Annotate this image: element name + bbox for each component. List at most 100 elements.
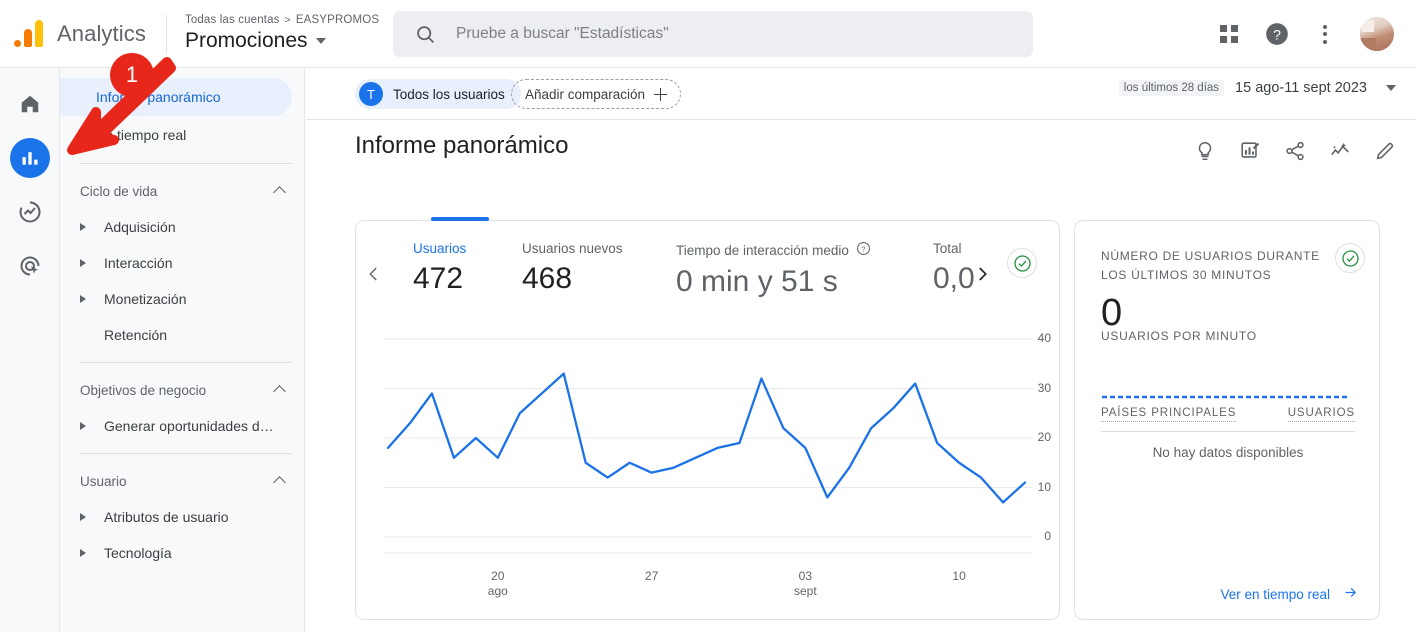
metric-tiempo-interaccion-medio[interactable]: Tiempo de interacción medio ? 0 min y 51… — [676, 241, 871, 299]
date-preset-label: los últimos 28 días — [1118, 80, 1225, 96]
metric-value: 468 — [522, 262, 573, 295]
audience-filter-chip[interactable]: T Todos los usuarios — [355, 79, 521, 109]
breadcrumb-separator: > — [284, 14, 291, 26]
header-divider — [165, 14, 167, 53]
expand-triangle-icon — [80, 513, 86, 521]
chevron-up-icon — [273, 385, 286, 398]
chart-y-axis: 40 30 20 10 0 — [1017, 325, 1051, 565]
overview-card: Usuarios 472 Usuarios nuevos 468 Tiempo … — [355, 217, 1061, 620]
sidebar-item-label: En tiempo real — [96, 127, 187, 143]
svg-text:?: ? — [861, 244, 865, 253]
add-comparison-label: Añadir comparación — [525, 86, 646, 102]
share-icon[interactable] — [1282, 138, 1308, 164]
add-comparison-button[interactable]: Añadir comparación — [511, 79, 682, 109]
metric-label: Usuarios — [413, 241, 467, 256]
search-input[interactable] — [454, 24, 974, 44]
sidebar-item-adquisicion[interactable]: Adquisición — [60, 209, 292, 245]
account-selector[interactable]: Todas las cuentas > EASYPROMOS Promociones — [185, 13, 379, 54]
metric-usuarios[interactable]: Usuarios 472 — [413, 241, 466, 296]
users-line-chart[interactable] — [356, 325, 1061, 565]
help-circle-icon[interactable]: ? — [856, 241, 871, 259]
sidebar-item-atributos-de-usuario[interactable]: Atributos de usuario — [60, 499, 292, 535]
chevron-up-icon — [273, 476, 286, 489]
analytics-app: Analytics Todas las cuentas > EASYPROMOS P… — [0, 0, 1416, 632]
date-range-selector[interactable]: los últimos 28 días 15 ago-11 sept 2023 — [1118, 80, 1396, 96]
status-badge[interactable] — [1007, 248, 1037, 278]
metric-label: Tiempo de interacción medio — [676, 242, 849, 258]
sidebar-group-label: Ciclo de vida — [80, 183, 158, 199]
y-axis-tick-label: 10 — [1037, 479, 1051, 494]
sidebar-item-retencion[interactable]: Retención — [60, 317, 292, 353]
metric-label: Total — [933, 241, 962, 256]
sidebar-group-label: Usuario — [80, 473, 127, 489]
table-column-header-users: USUARIOS — [1287, 407, 1355, 422]
realtime-empty-state: No hay datos disponibles — [1152, 445, 1304, 460]
arrow-right-icon — [1342, 585, 1359, 603]
expand-triangle-icon — [80, 295, 86, 303]
sidebar-item-interaccion[interactable]: Interacción — [60, 245, 292, 281]
chevron-left-icon[interactable] — [365, 265, 383, 283]
sidebar-group-usuario[interactable]: Usuario — [60, 463, 304, 499]
expand-triangle-icon — [80, 549, 86, 557]
edit-pencil-icon[interactable] — [1372, 138, 1398, 164]
customize-report-icon[interactable] — [1237, 138, 1263, 164]
caret-down-icon — [315, 37, 326, 44]
left-rail — [0, 68, 60, 632]
sidebar-item-generar-oportunidades[interactable]: Generar oportunidades de v… — [60, 408, 292, 444]
sidebar-group-objetivos-de-negocio[interactable]: Objetivos de negocio — [60, 372, 304, 408]
sidebar-group-ciclo-de-vida[interactable]: Ciclo de vida — [60, 173, 304, 209]
cards-row: Usuarios 472 Usuarios nuevos 468 Tiempo … — [355, 217, 1380, 620]
sidebar-item-label: Monetización — [104, 291, 187, 307]
view-realtime-link[interactable]: Ver en tiempo real — [1220, 585, 1359, 603]
breadcrumb-account: Todas las cuentas — [184, 14, 280, 26]
metric-value: 0 min y 51 s — [676, 265, 838, 298]
sidebar-item-informe-panoramico[interactable]: Informe panorámico — [60, 78, 292, 116]
compare-trend-icon[interactable] — [1327, 138, 1353, 164]
sidebar-item-label: Informe panorámico — [96, 89, 221, 105]
page-title: Informe panorámico — [355, 132, 569, 159]
expand-triangle-icon — [80, 422, 86, 430]
property-name-row[interactable]: Promociones — [185, 27, 379, 54]
realtime-title: NÚMERO DE USUARIOS DURANTE LOS ÚLTIMOS 3… — [1101, 249, 1320, 282]
property-name: Promociones — [184, 29, 308, 52]
x-axis-tick-label: 27 — [644, 569, 659, 583]
help-circle-icon[interactable]: ? — [1264, 21, 1290, 47]
top-bar-actions: ? — [1216, 0, 1406, 68]
table-column-header-countries: PAÍSES PRINCIPALES — [1101, 407, 1237, 422]
main-content: T Todos los usuarios Añadir comparación … — [306, 68, 1416, 632]
rail-item-advertising[interactable] — [10, 246, 50, 286]
search-bar[interactable] — [393, 11, 1033, 57]
sidebar-item-en-tiempo-real[interactable]: En tiempo real — [60, 116, 292, 154]
y-axis-tick-label: 40 — [1037, 331, 1051, 345]
sidebar-item-label: Generar oportunidades de v… — [104, 418, 279, 434]
rail-item-explore[interactable] — [10, 192, 50, 232]
metric-usuarios-nuevos[interactable]: Usuarios nuevos 468 — [522, 241, 623, 296]
realtime-card: NÚMERO DE USUARIOS DURANTE LOS ÚLTIMOS 3… — [1074, 220, 1380, 620]
x-axis-tick-label: 20 ago — [487, 569, 508, 598]
metric-total[interactable]: Total 0,0 — [933, 241, 975, 296]
rail-item-reports[interactable] — [9, 138, 50, 178]
caret-down-icon — [1386, 85, 1396, 91]
metric-value: 472 — [413, 262, 464, 295]
apps-grid-icon[interactable] — [1216, 21, 1242, 47]
realtime-subtitle: USUARIOS POR MINUTO — [1101, 329, 1257, 343]
y-axis-tick-label: 0 — [1044, 529, 1051, 543]
chevron-right-icon[interactable] — [973, 265, 991, 283]
status-badge[interactable] — [1335, 243, 1365, 273]
report-actions — [1192, 138, 1398, 164]
sidebar-divider — [80, 453, 292, 454]
top-app-bar: Analytics Todas las cuentas > EASYPROMOS P… — [0, 0, 1416, 68]
report-controls-bar: T Todos los usuarios Añadir comparación … — [306, 68, 1416, 120]
insights-lightbulb-icon[interactable] — [1192, 138, 1218, 164]
sidebar-item-monetizacion[interactable]: Monetización — [60, 281, 292, 317]
brand-title: Analytics — [57, 20, 146, 46]
view-realtime-label: Ver en tiempo real — [1220, 586, 1330, 602]
sidebar-item-tecnologia[interactable]: Tecnología — [60, 535, 292, 571]
metric-label: Usuarios nuevos — [522, 241, 623, 256]
avatar[interactable] — [1360, 17, 1394, 51]
kebab-menu-icon[interactable] — [1312, 21, 1338, 47]
rail-item-home[interactable] — [10, 84, 50, 124]
chevron-up-icon — [273, 186, 286, 199]
expand-triangle-icon — [80, 259, 86, 267]
metric-value: 0,0 — [933, 262, 975, 295]
